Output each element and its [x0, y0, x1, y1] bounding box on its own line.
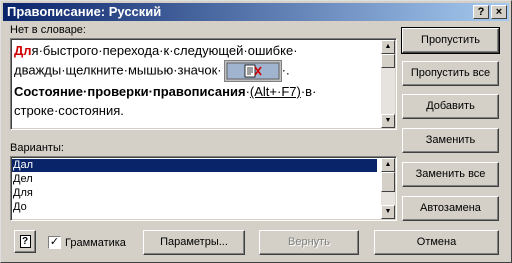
- spelling-dialog: Правописание: Русский ? × Нет в словаре:…: [0, 0, 512, 263]
- sentence-part-2: дважды·щелкните·мышью·значок·: [14, 62, 222, 78]
- replace-all-button-label: Заменить все: [415, 168, 486, 180]
- help-icon: ?: [19, 235, 31, 248]
- sentence-part-1: я·быстрого·перехода·к·следующей·ошибке·: [31, 43, 298, 58]
- grammar-checkbox[interactable]: ✓: [48, 236, 61, 249]
- help-title-button[interactable]: ?: [473, 5, 489, 19]
- add-button[interactable]: Добавить: [402, 94, 499, 119]
- window-title: Правописание: Русский: [7, 4, 162, 19]
- replace-button[interactable]: Заменить: [402, 128, 499, 153]
- sentence-textbox[interactable]: Для·быстрого·перехода·к·следующей·ошибке…: [10, 38, 397, 130]
- skip-button-label: Пропустить: [421, 34, 480, 46]
- scroll-down-icon[interactable]: ▼: [381, 205, 395, 219]
- sentence-scrollbar[interactable]: ▲ ▼: [381, 40, 395, 128]
- scroll-up-icon[interactable]: ▲: [381, 158, 395, 172]
- list-item[interactable]: Дел: [12, 173, 377, 186]
- skip-all-button[interactable]: Пропустить все: [402, 61, 499, 86]
- sentence-bold-part: Состояние·проверки·правописания: [14, 84, 246, 99]
- scroll-thumb[interactable]: [381, 172, 395, 192]
- undo-button-label: Вернуть: [288, 236, 330, 248]
- error-word: Дл: [14, 43, 32, 58]
- undo-button[interactable]: Вернуть: [259, 230, 359, 255]
- suggestions-label: Варианты:: [10, 142, 64, 154]
- options-button[interactable]: Параметры...: [143, 230, 245, 255]
- replace-all-button[interactable]: Заменить все: [402, 162, 499, 187]
- autocorrect-button-label: Автозамена: [420, 202, 481, 214]
- spellcheck-status-icon: [223, 60, 282, 82]
- suggestions-scrollbar[interactable]: ▲ ▼: [381, 158, 395, 219]
- title-bar: Правописание: Русский ? ×: [3, 3, 509, 21]
- suggestions-list[interactable]: Дал Дел Для До ▲ ▼: [10, 156, 397, 221]
- scroll-thumb[interactable]: [381, 54, 395, 68]
- list-item[interactable]: Дал: [12, 159, 377, 172]
- cancel-button-label: Отмена: [416, 236, 457, 248]
- add-button-label: Добавить: [426, 100, 475, 112]
- options-button-label: Параметры...: [160, 236, 228, 248]
- close-button[interactable]: ×: [491, 5, 507, 19]
- help-icon: ?: [477, 6, 485, 18]
- scroll-up-icon[interactable]: ▲: [381, 40, 395, 54]
- sentence-text: Для·быстрого·перехода·к·следующей·ошибке…: [14, 41, 386, 120]
- checkmark-icon: ✓: [49, 236, 60, 248]
- sentence-shortcut: (Alt+·F7): [249, 84, 301, 99]
- sentence-part-3: ·.: [281, 62, 290, 78]
- help-button[interactable]: ?: [14, 230, 36, 253]
- skip-button[interactable]: Пропустить: [401, 27, 500, 54]
- scroll-down-icon[interactable]: ▼: [381, 114, 395, 128]
- replace-button-label: Заменить: [425, 134, 476, 146]
- cancel-button[interactable]: Отмена: [374, 230, 499, 255]
- sentence-part-4: ·в·: [300, 84, 317, 99]
- autocorrect-button[interactable]: Автозамена: [402, 196, 499, 221]
- list-item[interactable]: До: [12, 201, 377, 214]
- list-item[interactable]: Для: [12, 187, 377, 200]
- skip-all-button-label: Пропустить все: [410, 67, 491, 79]
- close-icon: ×: [495, 6, 503, 18]
- grammar-label: Грамматика: [65, 237, 126, 249]
- sentence-part-5: строке·состояния.: [14, 103, 124, 118]
- not-in-dictionary-label: Нет в словаре:: [10, 24, 86, 36]
